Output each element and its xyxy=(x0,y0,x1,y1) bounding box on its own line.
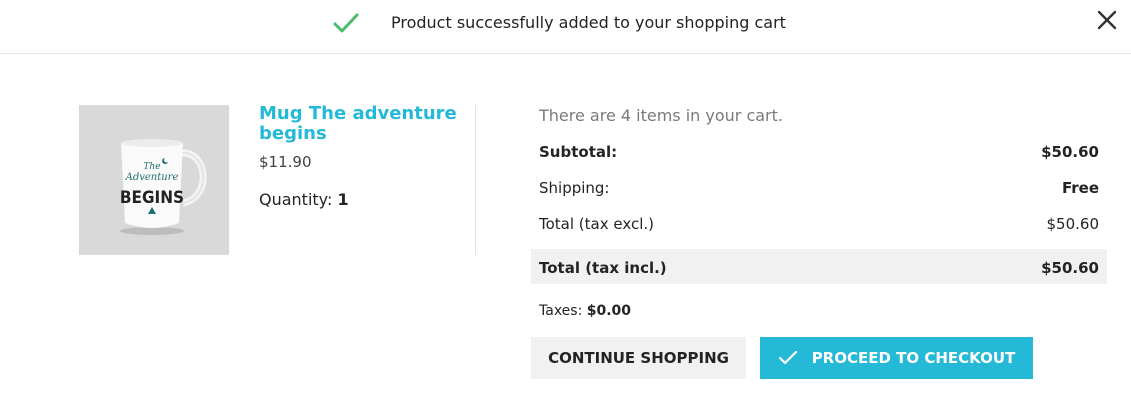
total-excl-value: $50.60 xyxy=(1046,215,1100,233)
check-icon xyxy=(333,13,359,33)
total-incl-row: Total (tax incl.) $50.60 xyxy=(539,259,1099,277)
check-icon xyxy=(778,350,797,365)
product-image: The Adventure BEGINS xyxy=(79,105,229,255)
cart-count: There are 4 items in your cart. xyxy=(539,106,783,125)
shipping-row: Shipping: Free xyxy=(539,179,1099,197)
taxes-label: Taxes: xyxy=(539,303,583,319)
close-button[interactable] xyxy=(1096,9,1118,31)
total-incl-label: Total (tax incl.) xyxy=(539,259,667,277)
quantity-value: 1 xyxy=(337,190,349,209)
taxes-line: Taxes: $0.00 xyxy=(539,303,631,319)
product-quantity: Quantity: 1 xyxy=(259,190,349,209)
product-price: $11.90 xyxy=(259,153,312,171)
mug-text-the: The xyxy=(143,162,160,172)
mug-text-adventure: Adventure xyxy=(125,172,179,183)
modal-header: Product successfully added to your shopp… xyxy=(0,0,1131,54)
mug-image: The Adventure BEGINS xyxy=(79,105,229,255)
shipping-value: Free xyxy=(1061,179,1099,197)
subtotal-row: Subtotal: $50.60 xyxy=(539,143,1099,161)
proceed-to-checkout-button[interactable]: PROCEED TO CHECKOUT xyxy=(760,337,1033,379)
shipping-label: Shipping: xyxy=(539,179,610,197)
modal-title: Product successfully added to your shopp… xyxy=(391,13,786,32)
total-excl-label: Total (tax excl.) xyxy=(539,215,654,233)
quantity-label: Quantity: xyxy=(259,190,333,209)
subtotal-label: Subtotal: xyxy=(539,143,618,161)
continue-shopping-label: CONTINUE SHOPPING xyxy=(548,349,729,367)
total-excl-row: Total (tax excl.) $50.60 xyxy=(539,215,1099,233)
product-name[interactable]: Mug The adventure begins xyxy=(259,104,459,144)
taxes-value: $0.00 xyxy=(586,303,632,319)
continue-shopping-button[interactable]: CONTINUE SHOPPING xyxy=(531,337,746,379)
proceed-to-checkout-label: PROCEED TO CHECKOUT xyxy=(811,349,1016,367)
close-icon xyxy=(1097,10,1117,30)
column-divider xyxy=(475,105,476,255)
subtotal-value: $50.60 xyxy=(1041,143,1099,161)
total-incl-value: $50.60 xyxy=(1041,259,1099,277)
mug-text-begins: BEGINS xyxy=(120,188,184,208)
